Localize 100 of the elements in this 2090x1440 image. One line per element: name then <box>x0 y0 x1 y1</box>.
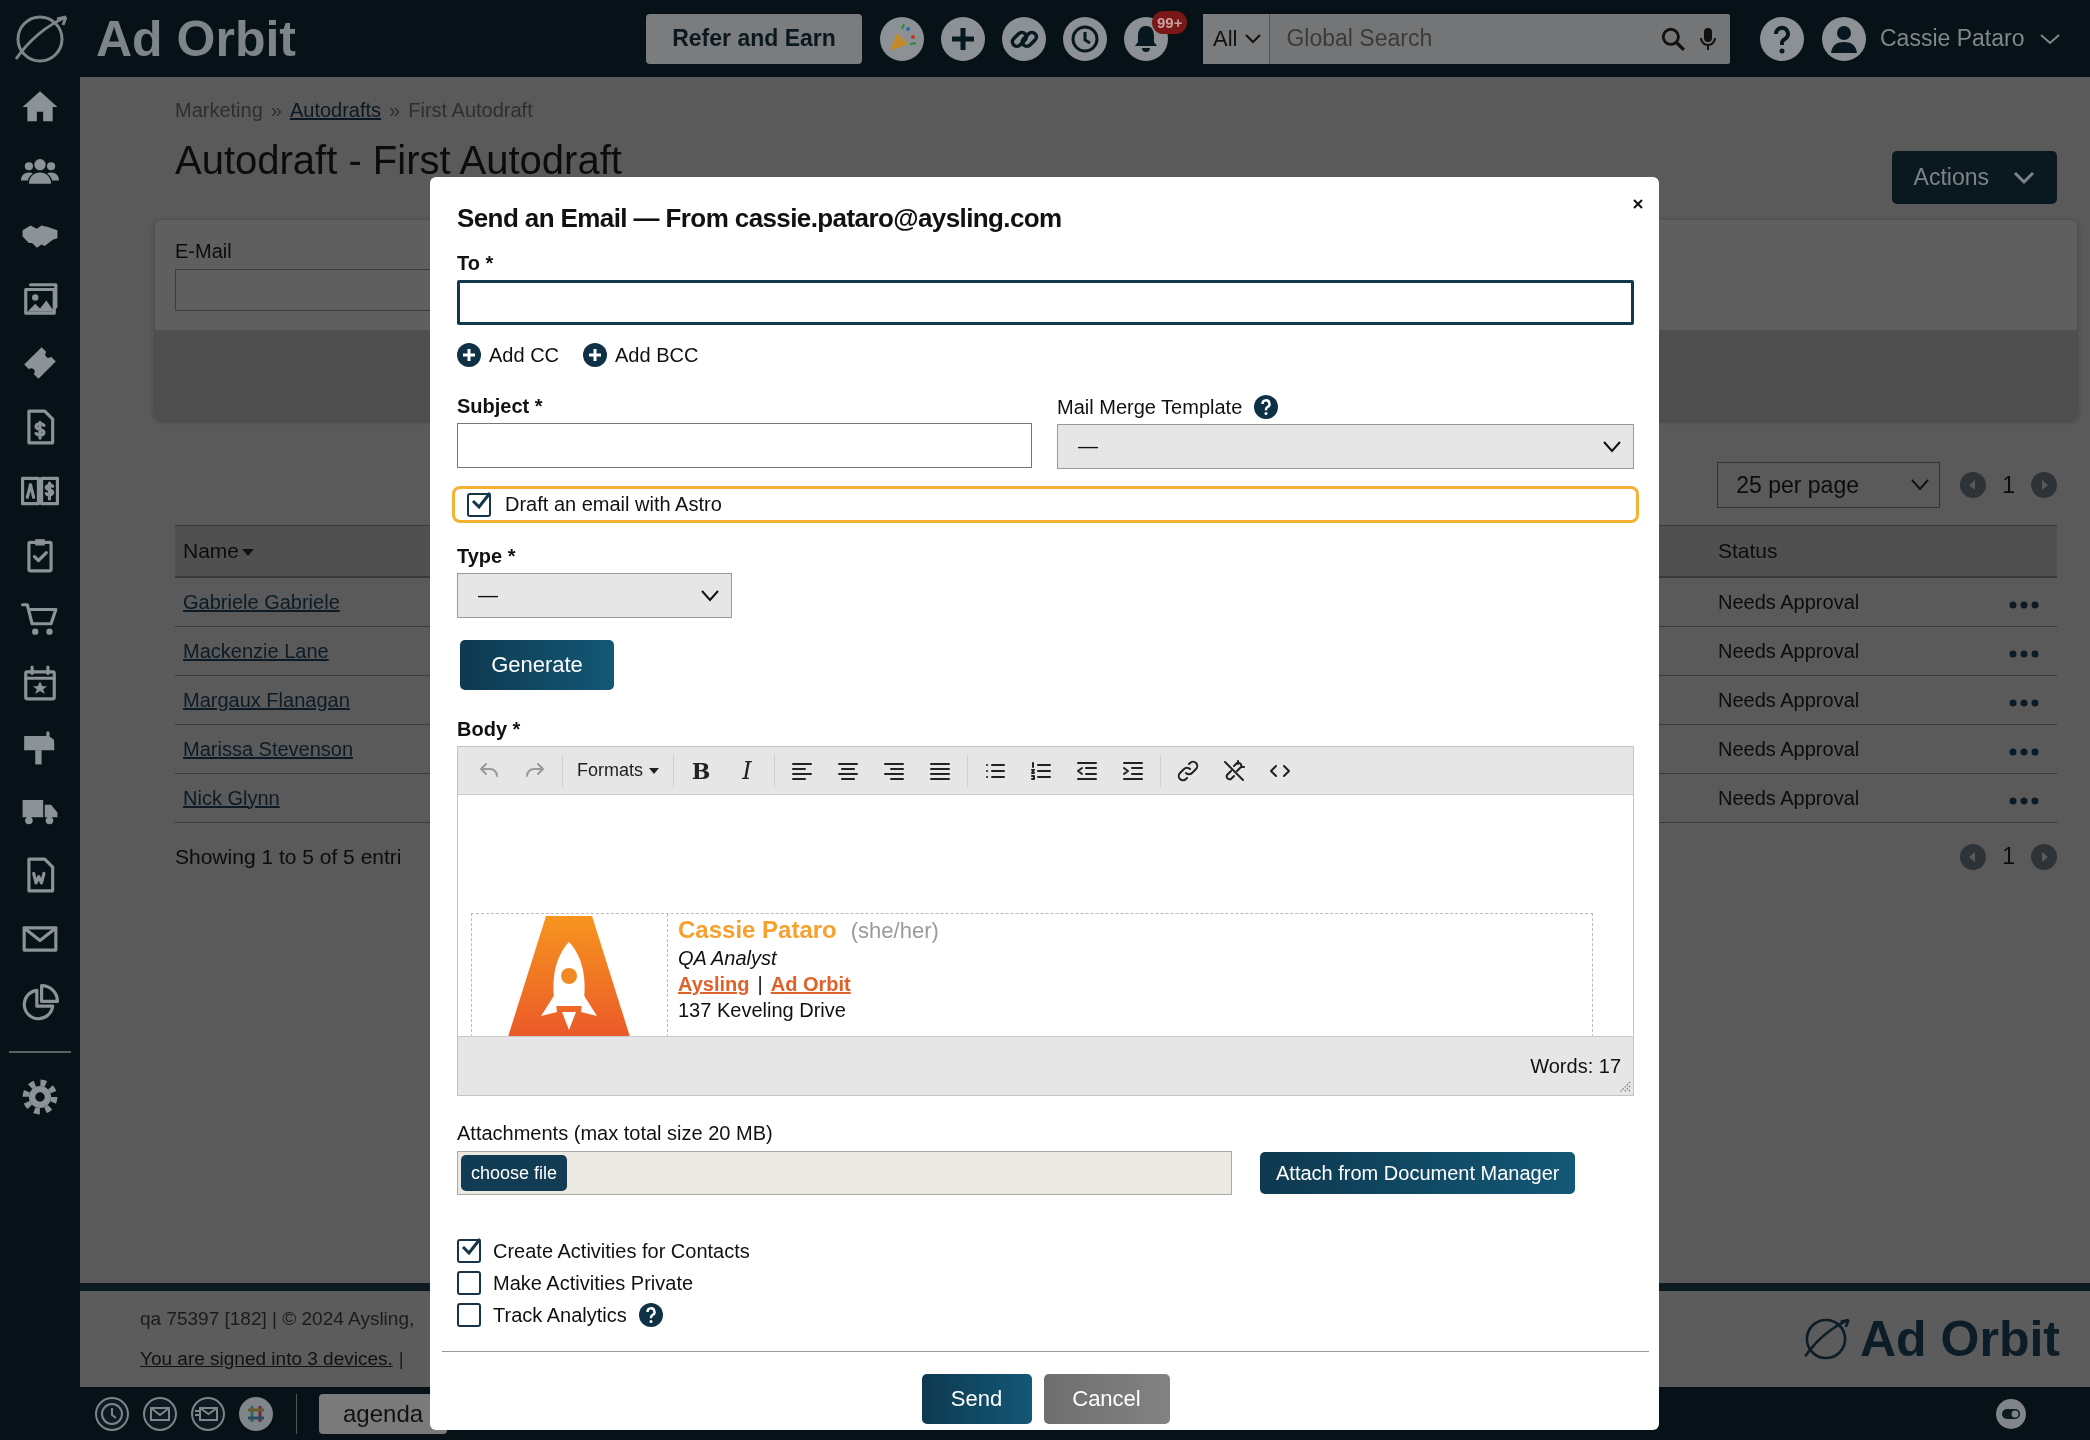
checkmark-icon <box>460 1236 482 1258</box>
field-label: Body * <box>457 718 521 741</box>
more-options-icon[interactable] <box>2009 600 2039 609</box>
formats-dropdown[interactable]: Formats <box>567 760 669 781</box>
field-label: E-Mail <box>175 240 232 263</box>
type-select[interactable]: — <box>457 573 732 618</box>
page-title: Autodraft - First Autodraft <box>175 138 622 183</box>
link-icon[interactable] <box>1002 16 1046 61</box>
add-cc-button[interactable]: Add CC <box>457 343 560 367</box>
global-search-field[interactable]: All Global Search <box>1203 13 1730 64</box>
status-text: Needs Approval <box>1718 639 1860 662</box>
checkmark-icon <box>470 489 492 512</box>
status-text: Needs Approval <box>1718 688 1860 711</box>
history-icon[interactable] <box>1063 16 1107 61</box>
more-options-icon[interactable] <box>2009 796 2039 805</box>
search-scope-dropdown[interactable]: All <box>1203 13 1271 64</box>
plus-icon <box>583 343 608 367</box>
help-icon[interactable] <box>1254 395 1279 419</box>
calendar-icon[interactable] <box>21 663 59 703</box>
avatar-icon[interactable] <box>1822 16 1866 61</box>
devices-link[interactable]: You are signed into 3 devices. <box>140 1348 393 1370</box>
party-popper-icon[interactable] <box>880 16 924 61</box>
plus-icon[interactable] <box>941 16 985 61</box>
help-icon[interactable] <box>638 1303 663 1327</box>
add-bcc-button[interactable]: Add BCC <box>583 343 699 367</box>
app-logo: Ad Orbit <box>96 9 297 68</box>
bold-button[interactable]: B <box>678 750 724 791</box>
subject-field[interactable] <box>457 423 1032 468</box>
chevron-down-icon[interactable] <box>2040 32 2061 45</box>
breadcrumb-separator: » <box>389 99 401 122</box>
chevron-down-icon <box>1245 33 1262 44</box>
chevron-down-icon <box>701 589 719 602</box>
more-options-icon[interactable] <box>2009 649 2039 658</box>
field-label: Type * <box>457 545 516 568</box>
signature-pronouns: (she/her) <box>850 918 939 944</box>
contact-link[interactable]: Nick Glynn <box>183 786 280 809</box>
choose-file-button[interactable]: choose file <box>461 1155 568 1191</box>
signature-role: QA Analyst <box>678 947 778 970</box>
generate-button[interactable]: Generate <box>460 640 614 690</box>
template-select[interactable]: — <box>1057 424 1634 469</box>
contact-link[interactable]: Gabriele Gabriele <box>183 590 340 613</box>
breadcrumb-link[interactable]: Autodrafts <box>289 99 382 122</box>
envelope-icon[interactable] <box>142 1395 178 1432</box>
field-label: Mail Merge Template <box>1057 395 1243 419</box>
rich-text-editor[interactable]: Formats B I Cassie Pataro (she/her) QA Analyst Aysling | Ad Orbit 137 Keveling Drive Words: 17 <box>457 746 1634 1096</box>
dialog-title: Send an Email — From cassie.pataro@aysling.com <box>457 203 1063 234</box>
search-icon[interactable] <box>1660 25 1686 52</box>
contact-link[interactable]: Marissa Stevenson <box>183 737 354 760</box>
plus-icon <box>457 343 481 367</box>
field-label: Subject * <box>457 395 543 418</box>
signature-address: 137 Keveling Drive <box>678 999 847 1022</box>
resize-grip-icon[interactable] <box>1619 1081 1631 1093</box>
page-number: 1 <box>2002 471 2015 499</box>
microphone-icon[interactable] <box>1700 26 1716 51</box>
chevron-down-icon <box>1603 440 1621 453</box>
message-icon[interactable] <box>190 1395 226 1432</box>
to-field[interactable] <box>457 280 1634 325</box>
signature-link[interactable]: Ad Orbit <box>770 973 851 996</box>
checkbox[interactable] <box>457 1271 481 1295</box>
entries-summary: Showing 1 to 5 of 5 entri <box>175 844 402 869</box>
refer-button[interactable]: Refer and Earn <box>646 13 862 64</box>
column-header[interactable]: Name <box>183 539 240 562</box>
link-icon[interactable] <box>1176 758 1200 783</box>
italic-button[interactable]: I <box>724 750 770 791</box>
attach-document-button[interactable]: Attach from Document Manager <box>1260 1152 1576 1194</box>
checkbox[interactable] <box>467 492 491 517</box>
toggle-icon[interactable] <box>1996 1398 2026 1429</box>
chevron-down-icon <box>2013 170 2035 185</box>
checkbox[interactable] <box>457 1303 481 1327</box>
unlink-icon[interactable] <box>1222 758 1246 783</box>
file-field[interactable]: choose file <box>457 1151 1232 1195</box>
send-button[interactable]: Send <box>921 1374 1032 1424</box>
link-separator: | <box>757 973 763 996</box>
contact-link[interactable]: Mackenzie Lane <box>183 639 329 662</box>
help-icon[interactable] <box>1760 16 1804 61</box>
app-grid-icon[interactable] <box>238 1395 274 1432</box>
more-options-icon[interactable] <box>2009 747 2039 756</box>
settings-icon[interactable] <box>21 1077 59 1117</box>
notification-badge: 99+ <box>1152 10 1188 34</box>
contact-link[interactable]: Margaux Flanagan <box>183 688 350 711</box>
pie-chart-icon[interactable] <box>21 983 59 1023</box>
chevron-down-icon <box>1911 479 1930 491</box>
status-text: Needs Approval <box>1718 786 1860 809</box>
user-name[interactable]: Cassie Pataro <box>1880 25 2025 52</box>
build-info: qa 75397 [182] | © 2024 Aysling, <box>140 1308 415 1330</box>
signature-link[interactable]: Aysling <box>678 973 750 996</box>
status-text: Needs Approval <box>1718 737 1860 760</box>
signature-name: Cassie Pataro <box>678 916 837 944</box>
status-text: Needs Approval <box>1718 590 1860 613</box>
checkbox-label: Create Activities for Contacts <box>493 1239 750 1263</box>
checkbox[interactable] <box>457 1239 481 1263</box>
per-page-select[interactable]: 25 per page <box>1717 462 1941 508</box>
cancel-button[interactable]: Cancel <box>1043 1374 1170 1424</box>
column-header[interactable]: Status <box>1718 539 1778 562</box>
actions-button[interactable]: Actions <box>1891 151 2057 204</box>
footer-separator: | <box>398 1348 404 1370</box>
field-label: To * <box>457 252 494 275</box>
checkbox-label: Track Analytics <box>493 1303 627 1327</box>
clock-icon[interactable] <box>94 1395 130 1432</box>
more-options-icon[interactable] <box>2009 698 2039 707</box>
